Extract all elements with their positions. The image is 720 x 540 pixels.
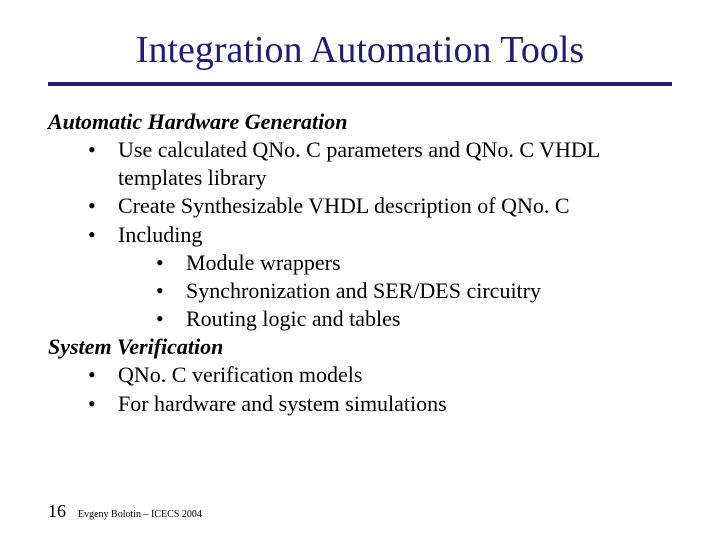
- list-item: • QNo. C verification models: [88, 361, 672, 389]
- bullet-text: Routing logic and tables: [186, 305, 672, 333]
- page-number: 16: [48, 501, 66, 522]
- bullet-text: Create Synthesizable VHDL description of…: [118, 192, 672, 220]
- slide-footer: 16 Evgeny Bolotin – ICECS 2004: [48, 501, 202, 522]
- list-item: • For hardware and system simulations: [88, 390, 672, 418]
- bullet-text: Synchronization and SER/DES circuitry: [186, 277, 672, 305]
- bullet-text: Use calculated QNo. C parameters and QNo…: [118, 136, 672, 192]
- slide: Integration Automation Tools Automatic H…: [0, 0, 720, 540]
- list-item: • Module wrappers: [156, 249, 672, 277]
- bullet-text: QNo. C verification models: [118, 361, 672, 389]
- footer-text: Evgeny Bolotin – ICECS 2004: [78, 509, 202, 520]
- title-underline: [48, 82, 672, 86]
- bullet-icon: •: [156, 305, 186, 333]
- slide-title: Integration Automation Tools: [48, 28, 672, 72]
- bullet-text: Module wrappers: [186, 249, 672, 277]
- list-item: • Use calculated QNo. C parameters and Q…: [88, 136, 672, 192]
- bullet-icon: •: [156, 249, 186, 277]
- section-heading-1: Automatic Hardware Generation: [48, 108, 672, 136]
- bullet-icon: •: [88, 390, 118, 418]
- bullet-text: For hardware and system simulations: [118, 390, 672, 418]
- bullet-icon: •: [88, 361, 118, 389]
- section-heading-2: System Verification: [48, 333, 672, 361]
- content-area: Automatic Hardware Generation • Use calc…: [48, 108, 672, 418]
- list-item: • Routing logic and tables: [156, 305, 672, 333]
- bullet-icon: •: [88, 136, 118, 192]
- list-item: • Including: [88, 221, 672, 249]
- bullet-text: Including: [118, 221, 672, 249]
- bullet-icon: •: [156, 277, 186, 305]
- bullet-icon: •: [88, 192, 118, 220]
- list-item: • Create Synthesizable VHDL description …: [88, 192, 672, 220]
- list-item: • Synchronization and SER/DES circuitry: [156, 277, 672, 305]
- bullet-icon: •: [88, 221, 118, 249]
